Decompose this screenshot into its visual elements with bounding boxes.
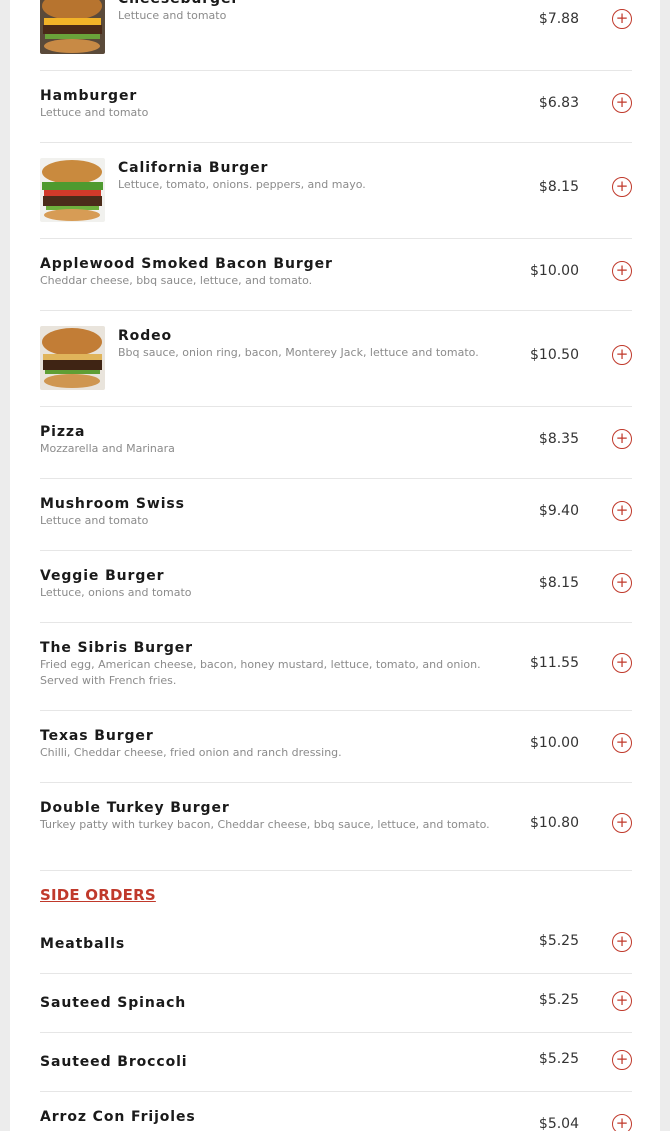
item-description: Turkey patty with turkey bacon, Cheddar …: [40, 818, 490, 831]
item-name: California Burger: [118, 160, 269, 176]
add-to-cart-button[interactable]: +: [612, 573, 632, 593]
item-name: The Sibris Burger: [40, 640, 193, 656]
item-price: $5.25: [538, 933, 579, 949]
menu-item[interactable]: The Sibris Burger Fried egg, American ch…: [40, 622, 632, 711]
item-price: $10.50: [530, 347, 579, 363]
item-price: $5.04: [538, 1116, 579, 1131]
item-name: Meatballs: [40, 936, 126, 952]
menu-item[interactable]: Cheeseburger Lettuce and tomato $7.88 +: [40, 0, 632, 71]
menu-item[interactable]: Rodeo Bbq sauce, onion ring, bacon, Mont…: [40, 310, 632, 407]
item-name: Cheeseburger: [118, 0, 492, 8]
item-description: Lettuce, tomato, onions. peppers, and ma…: [118, 178, 366, 191]
menu-page: Cheeseburger Lettuce and tomato $7.88 + …: [10, 0, 660, 1131]
item-price: $11.55: [530, 655, 579, 671]
item-name: Applewood Smoked Bacon Burger: [40, 256, 333, 272]
item-name: Pizza: [40, 424, 86, 440]
item-name: Rodeo: [118, 328, 173, 344]
add-to-cart-button[interactable]: +: [612, 345, 632, 365]
item-price: $8.15: [538, 179, 579, 195]
rodeo-burger-photo: [40, 326, 105, 390]
menu-item[interactable]: Hamburger Lettuce and tomato $6.83 +: [40, 70, 632, 143]
add-to-cart-button[interactable]: +: [612, 261, 632, 281]
side-order-item[interactable]: Arroz Con Frijoles $5.04 +: [40, 1092, 632, 1131]
item-price: $6.83: [538, 95, 579, 111]
cheeseburger-photo: [40, 0, 105, 54]
menu-item[interactable]: Pizza Mozzarella and Marinara $8.35 +: [40, 406, 632, 479]
item-price: $8.15: [538, 575, 579, 591]
add-to-cart-button[interactable]: +: [612, 813, 632, 833]
item-description: Bbq sauce, onion ring, bacon, Monterey J…: [118, 346, 479, 359]
item-description: Lettuce and tomato: [40, 106, 149, 119]
item-price: $7.88: [538, 11, 579, 27]
item-price: $5.25: [538, 1051, 579, 1067]
item-name: Mushroom Swiss: [40, 496, 185, 512]
item-description: Lettuce and tomato: [118, 9, 227, 22]
add-to-cart-button[interactable]: +: [612, 501, 632, 521]
add-to-cart-button[interactable]: +: [612, 991, 632, 1011]
add-to-cart-button[interactable]: +: [612, 429, 632, 449]
item-description: Cheddar cheese, bbq sauce, lettuce, and …: [40, 274, 313, 287]
california-burger-photo: [40, 158, 105, 222]
menu-item[interactable]: Mushroom Swiss Lettuce and tomato $9.40 …: [40, 478, 632, 551]
item-price: $10.80: [530, 815, 579, 831]
item-name: Veggie Burger: [40, 568, 165, 584]
item-name: Hamburger: [40, 88, 138, 104]
item-name: Arroz Con Frijoles: [40, 1109, 196, 1125]
add-to-cart-button[interactable]: +: [612, 932, 632, 952]
side-order-item[interactable]: Sauteed Spinach $5.25 +: [40, 974, 632, 1033]
item-description: Fried egg, American cheese, bacon, honey…: [40, 658, 481, 687]
item-description: Mozzarella and Marinara: [40, 442, 175, 455]
add-to-cart-button[interactable]: +: [612, 653, 632, 673]
side-order-item[interactable]: Sauteed Broccoli $5.25 +: [40, 1033, 632, 1092]
side-order-item[interactable]: Meatballs $5.25 +: [40, 915, 632, 974]
add-to-cart-button[interactable]: +: [612, 93, 632, 113]
side-orders-heading: SIDE ORDERS: [40, 886, 156, 904]
add-to-cart-button[interactable]: +: [612, 177, 632, 197]
item-name: Texas Burger: [40, 728, 154, 744]
item-price: $10.00: [530, 263, 579, 279]
item-price: $8.35: [538, 431, 579, 447]
item-description: Lettuce, onions and tomato: [40, 586, 192, 599]
add-to-cart-button[interactable]: +: [612, 1114, 632, 1131]
item-name: Double Turkey Burger: [40, 800, 230, 816]
add-to-cart-button[interactable]: +: [612, 9, 632, 29]
menu-item[interactable]: Veggie Burger Lettuce, onions and tomato…: [40, 550, 632, 623]
item-name: Sauteed Broccoli: [40, 1054, 188, 1070]
item-description: Lettuce and tomato: [40, 514, 149, 527]
item-price: $10.00: [530, 735, 579, 751]
add-to-cart-button[interactable]: +: [612, 1050, 632, 1070]
menu-item[interactable]: Texas Burger Chilli, Cheddar cheese, fri…: [40, 710, 632, 783]
menu-item[interactable]: Double Turkey Burger Turkey patty with t…: [40, 782, 632, 871]
item-price: $5.25: [538, 992, 579, 1008]
add-to-cart-button[interactable]: +: [612, 733, 632, 753]
item-description: Chilli, Cheddar cheese, fried onion and …: [40, 746, 342, 759]
menu-item[interactable]: California Burger Lettuce, tomato, onion…: [40, 142, 632, 239]
item-price: $9.40: [538, 503, 579, 519]
item-name: Sauteed Spinach: [40, 995, 187, 1011]
menu-item[interactable]: Applewood Smoked Bacon Burger Cheddar ch…: [40, 238, 632, 311]
